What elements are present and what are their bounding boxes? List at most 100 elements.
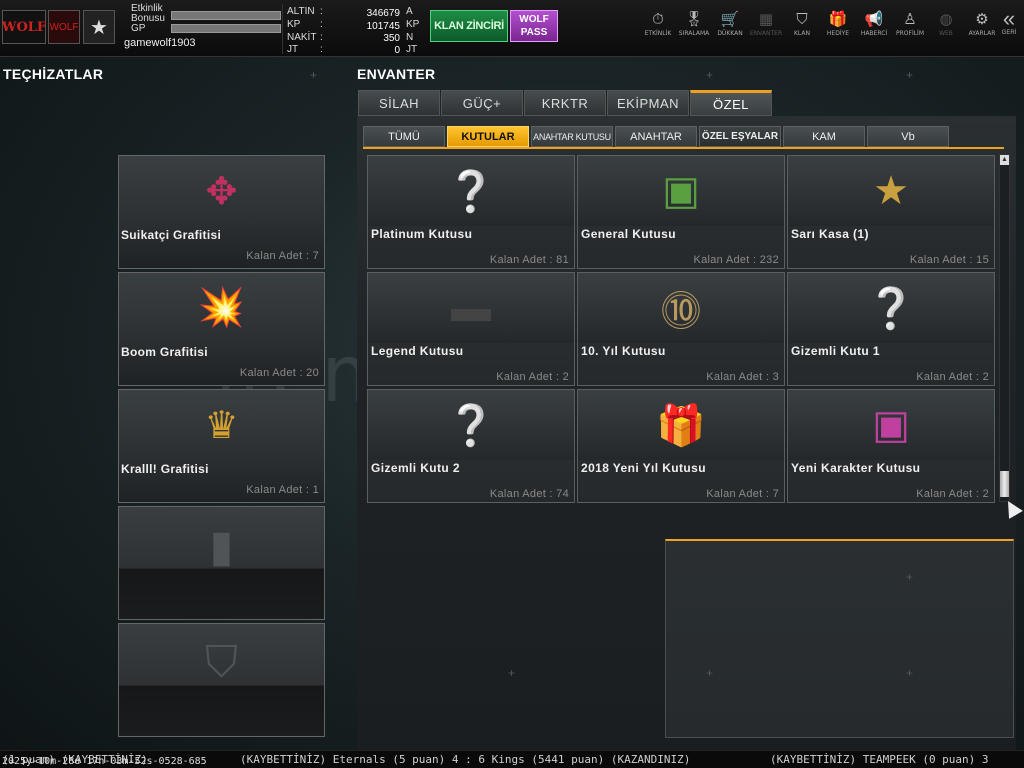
- inventory-item-card[interactable]: ⓾ 10. Yıl Kutusu Kalan Adet : 3: [577, 272, 785, 386]
- divider: [282, 4, 283, 54]
- nav-item-2[interactable]: 🎖 SIRALAMA: [676, 8, 712, 37]
- anniversary-box-icon: ⓾: [578, 273, 784, 343]
- inventory-item-card[interactable]: ▣ General Kutusu Kalan Adet : 232: [577, 155, 785, 269]
- item-count: Kalan Adet : 232: [693, 254, 779, 266]
- wolf-pass-line: PASS: [520, 27, 548, 38]
- item-name: Yeni Karakter Kutusu: [791, 461, 921, 475]
- item-name: Platinum Kutusu: [371, 227, 473, 241]
- wolf-pass-button[interactable]: WOLF PASS: [510, 10, 558, 42]
- scroll-thumb[interactable]: [1000, 471, 1009, 497]
- decor-plus: +: [906, 68, 914, 82]
- inventory-scrollbar[interactable]: ▲: [999, 154, 1010, 502]
- currency-unit: KP: [406, 19, 420, 30]
- event-bonus-bar: [171, 11, 281, 20]
- item-count: Kalan Adet : 15: [909, 254, 989, 266]
- item-count: Kalan Adet : 3: [706, 371, 779, 383]
- item-count: Kalan Adet : 74: [489, 488, 569, 500]
- tab-si̇lah[interactable]: SİLAH: [358, 90, 440, 116]
- shield-icon: ⛉: [796, 10, 808, 28]
- decor-plus: +: [310, 68, 318, 82]
- sub-tab-2[interactable]: KUTULAR: [447, 126, 529, 147]
- currency-colon: :: [320, 6, 323, 17]
- currency-value: 346679: [366, 8, 400, 19]
- item-detail-panel: [665, 539, 1014, 738]
- clan-chain-button[interactable]: KLAN ZİNCİRİ: [430, 10, 508, 42]
- main-nav: ⏱ ETKİNLİK 🎖 SIRALAMA 🛒 DÜKKAN ▦ ENVANTER ⛉ KLAN 🎁…: [640, 8, 1000, 37]
- item-count: Kalan Adet : 81: [489, 254, 569, 266]
- game-logo: WOLF: [2, 10, 46, 44]
- equipment-title: TEÇHİZATLAR: [3, 66, 104, 82]
- ticker-text: (KAYBETTİNİZ) TEAMPEEK (0 puan) 3: [770, 753, 989, 766]
- sub-tab-7[interactable]: Vb: [867, 126, 949, 147]
- decor-plus: +: [906, 570, 914, 584]
- tab-eki̇pman[interactable]: EKİPMAN: [607, 90, 689, 116]
- gp-label: GP: [131, 23, 146, 34]
- nav-item-9[interactable]: ◍ WEB: [928, 8, 964, 37]
- tab-krktr[interactable]: KRKTR: [524, 90, 606, 116]
- nav-label: AYARLAR: [968, 30, 996, 37]
- currency-unit: JT: [406, 44, 418, 55]
- timestamp: 2025y-10m-28d 17h-03m-52s-0528-685: [2, 756, 207, 767]
- nav-item-7[interactable]: 📢 HABERCİ: [856, 8, 892, 37]
- item-count: Kalan Adet : 2: [916, 371, 989, 383]
- inventory-item-card[interactable]: ❔ Platinum Kutusu Kalan Adet : 81: [367, 155, 575, 269]
- boom-graffiti-icon: 💥: [197, 287, 246, 329]
- star-icon[interactable]: ★: [83, 10, 115, 44]
- game-logo-text: WOLF: [1, 19, 47, 35]
- nav-label: HABERCİ: [860, 30, 888, 37]
- currency-colon: :: [320, 44, 323, 55]
- sub-tab-4[interactable]: ANAHTAR: [615, 126, 697, 147]
- sub-tab-6[interactable]: KAM: [783, 126, 865, 147]
- nav-item-6[interactable]: 🎁 HEDİYE: [820, 8, 856, 37]
- equipment-card[interactable]: ♛ Kralll! Grafitisi Kalan Adet : 1: [118, 389, 325, 503]
- equipment-count: Kalan Adet : 7: [246, 250, 319, 262]
- currency-value: 101745: [366, 21, 400, 32]
- inventory-item-card[interactable]: ▬ Legend Kutusu Kalan Adet : 2: [367, 272, 575, 386]
- nav-label: ENVANTER: [749, 30, 783, 37]
- king-graffiti-icon: ♛: [204, 404, 239, 447]
- equipment-name: Kralll! Grafitisi: [121, 462, 209, 476]
- item-name: 2018 Yeni Yıl Kutusu: [581, 461, 706, 475]
- assassin-graffiti-icon: ✥: [205, 170, 238, 213]
- inventory-item-card[interactable]: ❔ Gizemli Kutu 2 Kalan Adet : 74: [367, 389, 575, 503]
- profile-icon: ♙: [903, 10, 917, 28]
- tab-özel[interactable]: ÖZEL: [690, 90, 772, 116]
- clan-logo[interactable]: WOLF: [48, 10, 80, 44]
- tab-güç+[interactable]: GÜÇ+: [441, 90, 523, 116]
- back-button[interactable]: « GERİ: [994, 8, 1024, 37]
- equipment-name: Suikatçi Grafitisi: [121, 228, 222, 242]
- spray-can-icon: ▮: [209, 521, 234, 571]
- nav-label: WEB: [939, 30, 953, 37]
- ticker-text: (KAYBETTİNİZ) Eternals (5 puan) 4 : 6 Ki…: [240, 753, 691, 766]
- inventory-item-card[interactable]: ❔ Gizemli Kutu 1 Kalan Adet : 2: [787, 272, 995, 386]
- sub-tab-5[interactable]: ÖZEL EŞYALAR: [699, 126, 781, 147]
- empty-equipment-slot[interactable]: ▮: [118, 506, 325, 620]
- medal-icon: 🎖: [684, 10, 704, 28]
- empty-equipment-slot[interactable]: ⛉: [118, 623, 325, 737]
- nav-label: ETKİNLİK: [644, 30, 672, 37]
- sub-tab-3[interactable]: ANAHTAR KUTUSU: [531, 126, 613, 147]
- equipment-count: Kalan Adet : 1: [246, 484, 319, 496]
- platinum-box-icon: ❔: [368, 156, 574, 226]
- inventory-item-card[interactable]: ▣ Yeni Karakter Kutusu Kalan Adet : 2: [787, 389, 995, 503]
- item-count: Kalan Adet : 2: [496, 371, 569, 383]
- inventory-item-card[interactable]: 🎁 2018 Yeni Yıl Kutusu Kalan Adet : 7: [577, 389, 785, 503]
- cart-icon: 🛒: [720, 10, 740, 28]
- currency-value: 350: [383, 33, 400, 44]
- inventory-item-card[interactable]: ★ Sarı Kasa (1) Kalan Adet : 15: [787, 155, 995, 269]
- scroll-up-arrow-icon[interactable]: ▲: [1000, 155, 1009, 165]
- shield-icon: ⛉: [205, 638, 238, 687]
- equipment-card[interactable]: 💥 Boom Grafitisi Kalan Adet : 20: [118, 272, 325, 386]
- equipment-card[interactable]: ✥ Suikatçi Grafitisi Kalan Adet : 7: [118, 155, 325, 269]
- username: gamewolf1903: [124, 37, 196, 49]
- globe-icon: ◍: [939, 10, 953, 28]
- sub-tab-1[interactable]: TÜMÜ: [363, 126, 445, 147]
- nav-item-4[interactable]: ▦ ENVANTER: [748, 8, 784, 37]
- event-bonus-label: Etkinlik Bonusu: [131, 3, 165, 24]
- item-name: Gizemli Kutu 1: [791, 344, 880, 358]
- nav-item-5[interactable]: ⛉ KLAN: [784, 8, 820, 37]
- nav-item-8[interactable]: ♙ PROFİLİM: [892, 8, 928, 37]
- equipment-count: Kalan Adet : 20: [239, 367, 319, 379]
- nav-item-1[interactable]: ⏱ ETKİNLİK: [640, 8, 676, 37]
- nav-item-3[interactable]: 🛒 DÜKKAN: [712, 8, 748, 37]
